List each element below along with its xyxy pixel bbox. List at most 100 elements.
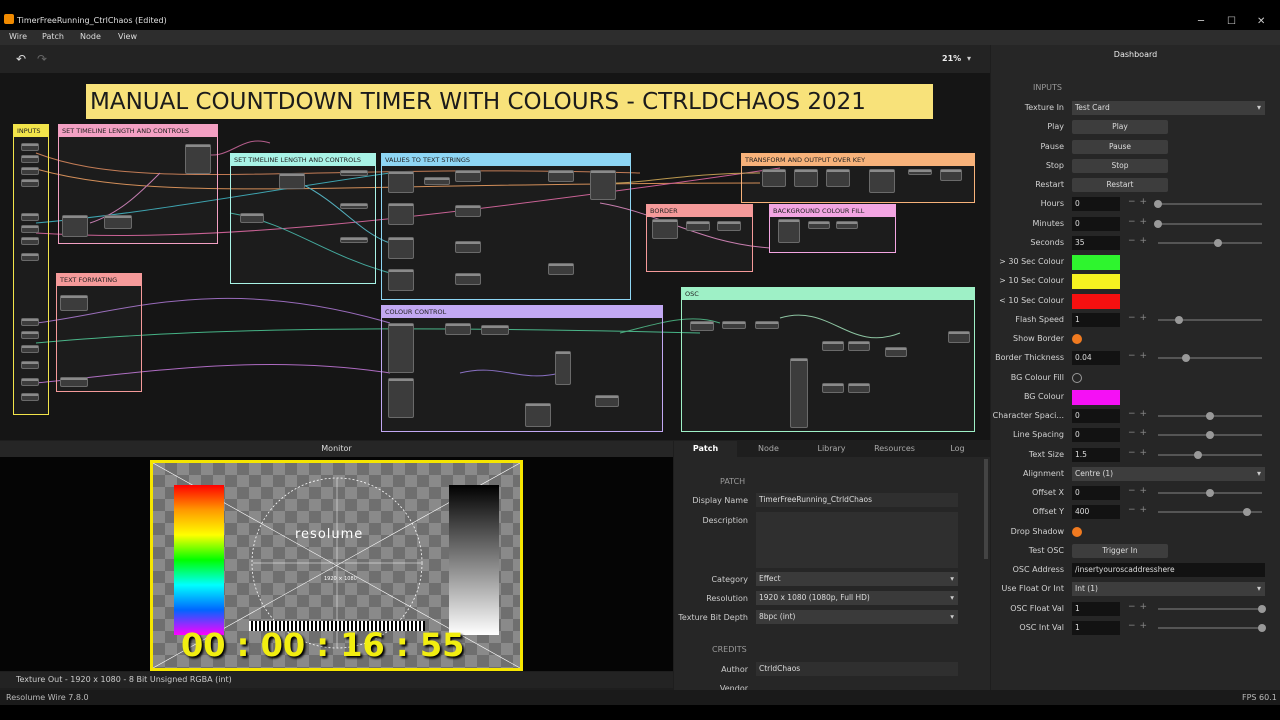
- dashboard-button[interactable]: Play: [1072, 120, 1168, 134]
- stepper-icon[interactable]: −+: [1128, 448, 1151, 458]
- resolution-select[interactable]: 1920 x 1080 (1080p, Full HD) ▾: [756, 591, 958, 605]
- dashboard-slider[interactable]: [1154, 220, 1262, 228]
- node[interactable]: [21, 179, 39, 187]
- dashboard-slider[interactable]: [1158, 316, 1262, 324]
- node[interactable]: [60, 377, 88, 387]
- node[interactable]: [762, 169, 786, 187]
- dashboard-select[interactable]: Test Card ▾: [1072, 101, 1265, 115]
- dashboard-checkbox[interactable]: [1072, 373, 1082, 383]
- node[interactable]: [21, 213, 39, 221]
- dashboard-number-field[interactable]: 0: [1072, 409, 1120, 423]
- node[interactable]: [826, 169, 850, 187]
- node[interactable]: [21, 237, 39, 245]
- chevron-down-icon[interactable]: ▾: [967, 54, 971, 63]
- dashboard-number-field[interactable]: 0: [1072, 217, 1120, 231]
- dashboard-number-field[interactable]: 0: [1072, 428, 1120, 442]
- node-canvas[interactable]: INPUTS SET TIMELINE LENGTH AND CONTROLS …: [0, 73, 990, 440]
- node[interactable]: [940, 169, 962, 181]
- slider-handle[interactable]: [1206, 489, 1214, 497]
- tab-patch[interactable]: Patch: [674, 441, 737, 457]
- dashboard-number-field[interactable]: 0: [1072, 197, 1120, 211]
- node[interactable]: [21, 393, 39, 401]
- dashboard-slider[interactable]: [1154, 200, 1262, 208]
- node[interactable]: [21, 378, 39, 386]
- node[interactable]: [60, 295, 88, 311]
- group-colour-control[interactable]: COLOUR CONTROL: [381, 305, 663, 432]
- node[interactable]: [455, 170, 481, 182]
- stepper-icon[interactable]: −+: [1128, 486, 1151, 496]
- group-text-formatting[interactable]: TEXT FORMATING: [56, 273, 142, 392]
- node[interactable]: [717, 221, 741, 231]
- node[interactable]: [794, 169, 818, 187]
- node[interactable]: [21, 253, 39, 261]
- node[interactable]: [240, 213, 264, 223]
- stepper-icon[interactable]: −+: [1128, 602, 1151, 612]
- slider-handle[interactable]: [1258, 605, 1266, 613]
- node[interactable]: [722, 321, 746, 329]
- node[interactable]: [62, 215, 88, 237]
- tab-library[interactable]: Library: [800, 441, 863, 457]
- dashboard-slider[interactable]: [1158, 605, 1266, 613]
- dashboard-button[interactable]: Restart: [1072, 178, 1168, 192]
- node[interactable]: [388, 237, 414, 259]
- node[interactable]: [279, 173, 305, 189]
- node[interactable]: [836, 221, 858, 229]
- close-button[interactable]: ✕: [1257, 16, 1265, 27]
- dashboard-text-field[interactable]: /insertyouroscaddresshere: [1072, 563, 1265, 577]
- node[interactable]: [595, 395, 619, 407]
- dashboard-select[interactable]: Centre (1) ▾: [1072, 467, 1265, 481]
- dashboard-number-field[interactable]: 1.5: [1072, 448, 1120, 462]
- node[interactable]: [590, 170, 616, 200]
- stepper-icon[interactable]: −+: [1128, 197, 1151, 207]
- slider-handle[interactable]: [1154, 220, 1162, 228]
- node[interactable]: [690, 321, 714, 331]
- node[interactable]: [908, 169, 932, 175]
- tab-node[interactable]: Node: [737, 441, 800, 457]
- node[interactable]: [555, 351, 571, 385]
- stepper-icon[interactable]: −+: [1128, 505, 1151, 515]
- stepper-icon[interactable]: −+: [1128, 428, 1151, 438]
- stepper-icon[interactable]: −+: [1128, 217, 1151, 227]
- dashboard-slider[interactable]: [1158, 624, 1266, 632]
- node[interactable]: [455, 205, 481, 217]
- node[interactable]: [455, 273, 481, 285]
- zoom-level[interactable]: 21%: [942, 54, 961, 63]
- stepper-icon[interactable]: −+: [1128, 409, 1151, 419]
- menu-view[interactable]: View: [118, 32, 137, 41]
- dashboard-number-field[interactable]: 35: [1072, 236, 1120, 250]
- dashboard-colour-swatch[interactable]: [1072, 294, 1120, 309]
- stepper-icon[interactable]: −+: [1128, 351, 1151, 361]
- undo-icon[interactable]: ↶: [16, 52, 26, 66]
- node[interactable]: [388, 171, 414, 193]
- stepper-icon[interactable]: −+: [1128, 236, 1151, 246]
- node[interactable]: [340, 203, 368, 209]
- node[interactable]: [790, 358, 808, 428]
- dashboard-slider[interactable]: [1158, 239, 1262, 247]
- dashboard-number-field[interactable]: 0.04: [1072, 351, 1120, 365]
- node[interactable]: [21, 361, 39, 369]
- dashboard-button[interactable]: Pause: [1072, 140, 1168, 154]
- display-name-field[interactable]: TimerFreeRunning_CtrldChaos: [756, 493, 958, 507]
- node[interactable]: [548, 263, 574, 275]
- slider-handle[interactable]: [1206, 412, 1214, 420]
- slider-handle[interactable]: [1182, 354, 1191, 362]
- bitdepth-select[interactable]: 8bpc (int) ▾: [756, 610, 958, 624]
- node[interactable]: [388, 378, 414, 418]
- node[interactable]: [778, 219, 800, 243]
- slider-handle[interactable]: [1154, 200, 1162, 208]
- node[interactable]: [21, 331, 39, 339]
- stepper-icon[interactable]: −+: [1128, 621, 1151, 631]
- slider-handle[interactable]: [1174, 316, 1183, 324]
- slider-handle[interactable]: [1193, 451, 1202, 459]
- dashboard-slider[interactable]: [1158, 431, 1262, 439]
- node[interactable]: [21, 167, 39, 175]
- minimize-button[interactable]: ─: [1198, 16, 1204, 27]
- dashboard-slider[interactable]: [1158, 354, 1262, 362]
- dashboard-checkbox[interactable]: [1072, 527, 1082, 537]
- node[interactable]: [808, 221, 830, 229]
- node[interactable]: [869, 169, 895, 193]
- node[interactable]: [424, 177, 450, 185]
- node[interactable]: [340, 170, 368, 176]
- dashboard-number-field[interactable]: 1: [1072, 602, 1120, 616]
- dashboard-select[interactable]: Int (1) ▾: [1072, 582, 1265, 596]
